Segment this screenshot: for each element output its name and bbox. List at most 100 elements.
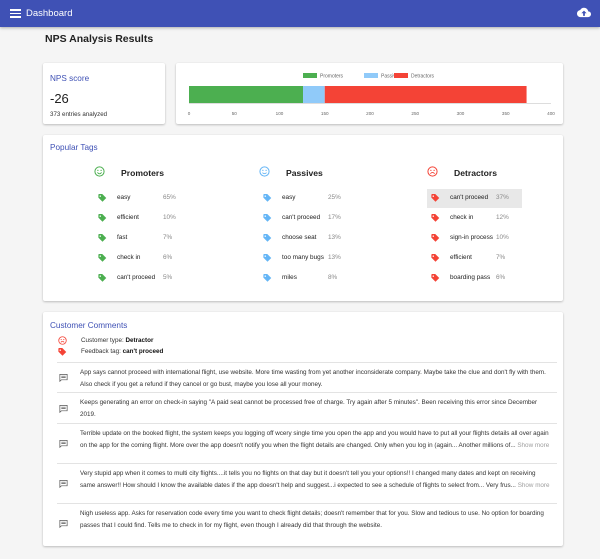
- legend-label-detractors: Detractors: [411, 74, 435, 80]
- nps-chart-card: Promoters Passives Detractors 0 50 100 150 200 2…: [176, 63, 563, 124]
- legend-swatch-detractors[interactable]: [394, 73, 408, 78]
- tag-item[interactable]: can't proceed 37%: [427, 189, 522, 208]
- tag-percent: 10%: [496, 234, 509, 241]
- tag-item[interactable]: check in 6%: [94, 249, 189, 268]
- tag-column-title: Passives: [286, 168, 323, 178]
- tag-name: fast: [117, 234, 128, 241]
- tag-name: efficient: [117, 214, 139, 221]
- legend-swatch-passives[interactable]: [364, 73, 378, 78]
- tag-icon: [263, 214, 272, 222]
- tag-icon: [263, 274, 272, 282]
- comment-text: App says cannot proceed with internation…: [80, 367, 552, 390]
- tag-name: can't proceed: [450, 194, 489, 201]
- tag-column-passives: Passives easy 25% can't proceed 17% choo…: [259, 163, 359, 282]
- smile-icon: [94, 166, 105, 177]
- tag-item[interactable]: easy 25%: [259, 189, 354, 208]
- frown-icon: [58, 336, 67, 345]
- show-more-link[interactable]: Show more: [518, 482, 550, 489]
- nps-card-title: NPS score: [50, 74, 90, 83]
- comment-text: Terrible update on the booked flight, th…: [80, 428, 552, 451]
- feedback-tag-label: Feedback tag:: [81, 348, 121, 355]
- tag-item[interactable]: boarding pass 6%: [427, 269, 522, 288]
- tag-item[interactable]: choose seat 13%: [259, 229, 354, 248]
- tag-item[interactable]: fast 7%: [94, 229, 189, 248]
- nps-score-value: -26: [50, 91, 69, 106]
- cloud-upload-icon[interactable]: [577, 7, 591, 19]
- tag-percent: 25%: [328, 194, 341, 201]
- tag-item[interactable]: can't proceed 5%: [94, 269, 189, 288]
- entries-count: 373 entries analyzed: [50, 111, 108, 118]
- bar-segment-detractors[interactable]: [324, 86, 527, 103]
- tag-item[interactable]: can't proceed 17%: [259, 209, 354, 228]
- tag-percent: 6%: [163, 254, 173, 261]
- comment-body: App says cannot proceed with internation…: [80, 369, 546, 388]
- tag-icon: [98, 234, 107, 242]
- tag-percent: 7%: [163, 234, 173, 241]
- tag-name: easy: [117, 194, 131, 201]
- tag-icon: [58, 348, 67, 356]
- tag-icon: [98, 214, 107, 222]
- tag-percent: 10%: [163, 214, 176, 221]
- tag-item[interactable]: too many bugs 13%: [259, 249, 354, 268]
- tag-column-title: Promoters: [121, 168, 164, 178]
- comment-icon: [59, 440, 68, 448]
- tag-name: check in: [450, 214, 474, 221]
- tag-icon: [98, 194, 107, 202]
- x-tick-label: 300: [457, 111, 465, 116]
- tag-name: easy: [282, 194, 296, 201]
- x-tick-label: 400: [547, 111, 555, 116]
- tag-icon: [263, 254, 272, 262]
- tag-icon: [263, 194, 272, 202]
- comment-item: Terrible update on the booked flight, th…: [57, 423, 557, 463]
- tag-percent: 8%: [328, 274, 338, 281]
- bar-segment-passives[interactable]: [303, 86, 325, 103]
- tag-name: can't proceed: [117, 274, 156, 281]
- tag-item[interactable]: check in 12%: [427, 209, 522, 228]
- popular-tags-title: Popular Tags: [50, 143, 98, 152]
- tag-percent: 6%: [496, 274, 506, 281]
- comment-icon: [59, 404, 68, 413]
- tag-icon: [263, 234, 272, 242]
- bar-segment-promoters[interactable]: [189, 86, 304, 103]
- tag-percent: 7%: [496, 254, 506, 261]
- tag-name: can't proceed: [282, 214, 321, 221]
- tag-item[interactable]: sign-in process 10%: [427, 229, 522, 248]
- tag-icon: [431, 214, 440, 222]
- tag-item[interactable]: efficient 7%: [427, 249, 522, 268]
- tag-column-promoters: Promoters easy 65% efficient 10% fast 7%…: [94, 163, 194, 282]
- tag-percent: 12%: [496, 214, 509, 221]
- tag-name: boarding pass: [450, 274, 491, 281]
- legend-swatch-promoters[interactable]: [303, 73, 317, 78]
- x-tick-label: 0: [188, 111, 191, 116]
- x-tick-label: 150: [321, 111, 329, 116]
- tag-item[interactable]: miles 8%: [259, 269, 354, 288]
- comment-item: Very stupid app when it comes to multi c…: [57, 463, 557, 503]
- tag-item[interactable]: easy 65%: [94, 189, 189, 208]
- tag-percent: 13%: [328, 254, 341, 261]
- tag-icon: [98, 274, 107, 282]
- feedback-tag-value: can't proceed: [122, 348, 164, 355]
- tag-percent: 17%: [328, 214, 341, 221]
- popular-tags-card: Popular Tags Promoters easy 65% efficien…: [43, 135, 563, 301]
- comment-text: Keeps generating an error on check-in sa…: [80, 397, 552, 420]
- tag-icon: [98, 254, 107, 262]
- legend-label-promoters: Promoters: [320, 74, 344, 80]
- tag-item[interactable]: efficient 10%: [94, 209, 189, 228]
- x-tick-label: 100: [276, 111, 284, 116]
- tag-name: sign-in process: [450, 234, 493, 241]
- show-more-link[interactable]: Show more: [517, 442, 549, 449]
- tag-name: miles: [282, 274, 297, 281]
- tag-column-title: Detractors: [454, 168, 497, 178]
- comment-icon: [59, 520, 68, 528]
- comment-body: Very stupid app when it comes to multi c…: [80, 470, 536, 489]
- page-title: NPS Analysis Results: [45, 33, 154, 45]
- menu-icon[interactable]: [10, 9, 21, 18]
- comment-text: Very stupid app when it comes to multi c…: [80, 468, 552, 491]
- tag-name: choose seat: [282, 234, 317, 241]
- neutral-face-icon: [259, 166, 270, 177]
- frown-icon: [427, 166, 438, 177]
- customer-comments-card: Customer Comments Customer type: Detract…: [43, 312, 563, 546]
- x-tick-label: 350: [502, 111, 510, 116]
- x-tick-label: 200: [366, 111, 374, 116]
- customer-type-label: Customer type:: [81, 337, 124, 344]
